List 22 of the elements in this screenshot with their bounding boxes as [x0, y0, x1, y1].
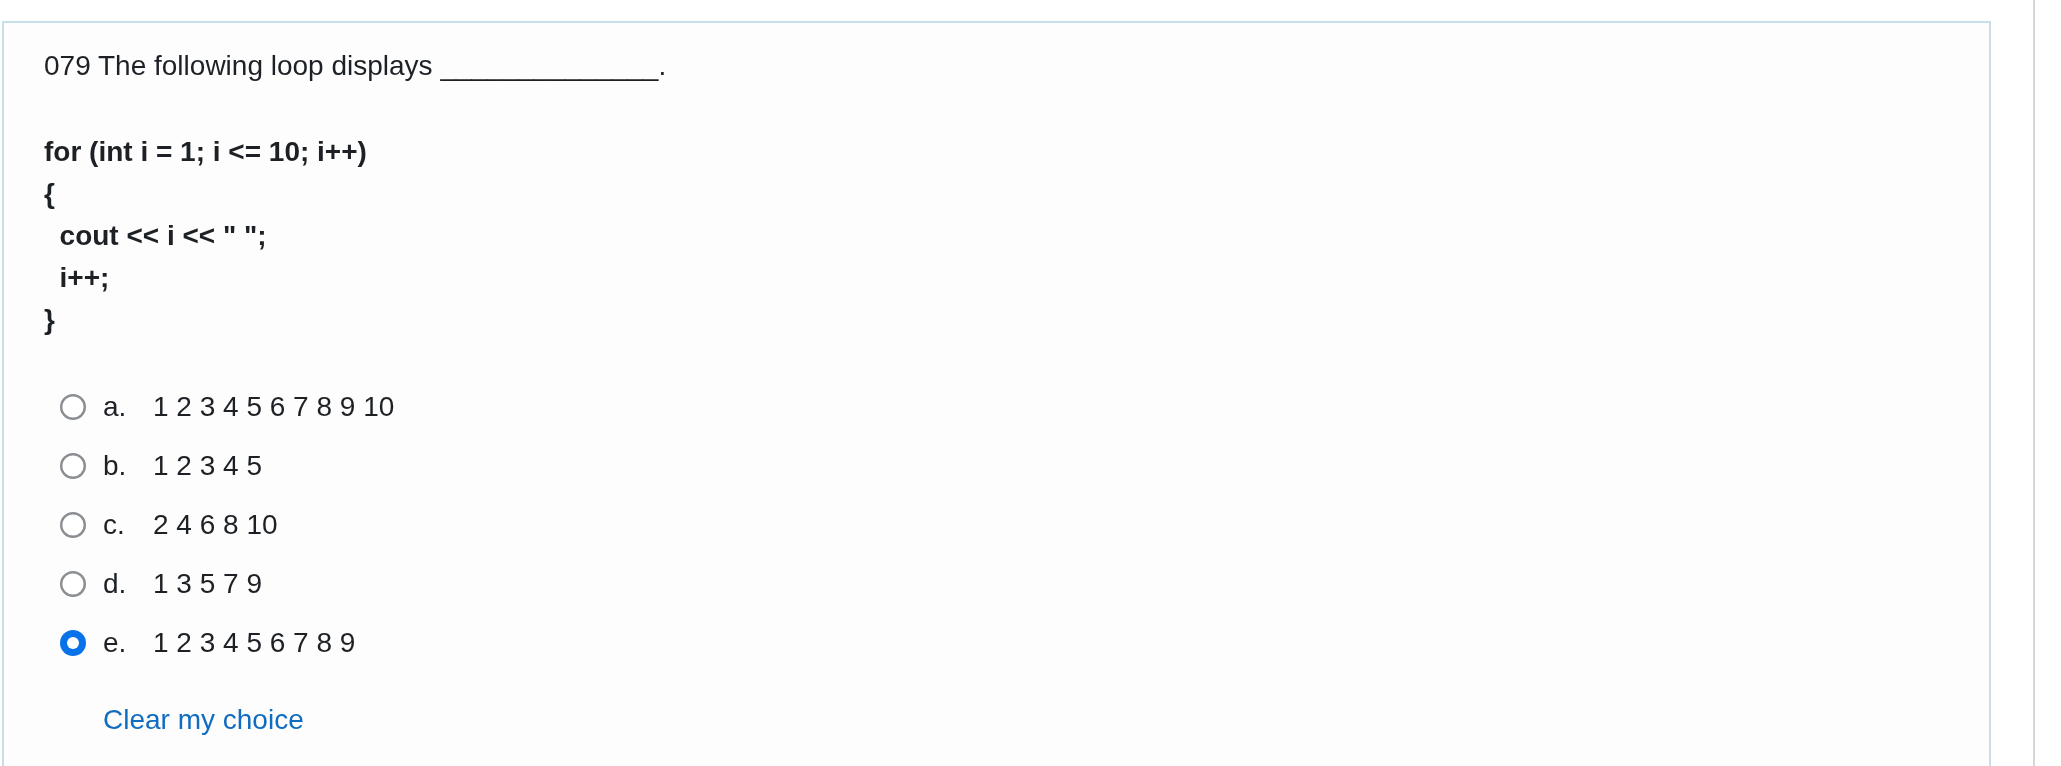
radio-button[interactable] [60, 570, 86, 597]
code-line: { [44, 177, 55, 211]
code-line: } [44, 303, 55, 337]
code-line: for (int i = 1; i <= 10; i++) [44, 135, 367, 169]
radio-button[interactable] [60, 393, 86, 420]
option-letter: e. [103, 625, 128, 660]
option-letter: a. [103, 389, 128, 424]
clear-choice-link[interactable]: Clear my choice [103, 700, 304, 740]
code-line: i++; [58, 261, 110, 295]
radio-button[interactable] [60, 511, 86, 538]
answer-text: 1 2 3 4 5 6 7 8 9 [153, 625, 356, 660]
code-line: cout << i << " "; [58, 219, 267, 253]
radio-button[interactable] [60, 629, 86, 656]
answer-text: 1 3 5 7 9 [153, 566, 262, 601]
option-letter: d. [103, 566, 128, 601]
answer-text: 2 4 6 8 10 [153, 507, 278, 542]
answer-text: 1 2 3 4 5 [153, 448, 262, 483]
option-letter: b. [103, 448, 128, 483]
question-text: 079 The following loop displays ______________. [44, 49, 667, 83]
option-letter: c. [103, 507, 126, 542]
answer-text: 1 2 3 4 5 6 7 8 9 10 [153, 389, 395, 424]
radio-button[interactable] [60, 452, 86, 479]
